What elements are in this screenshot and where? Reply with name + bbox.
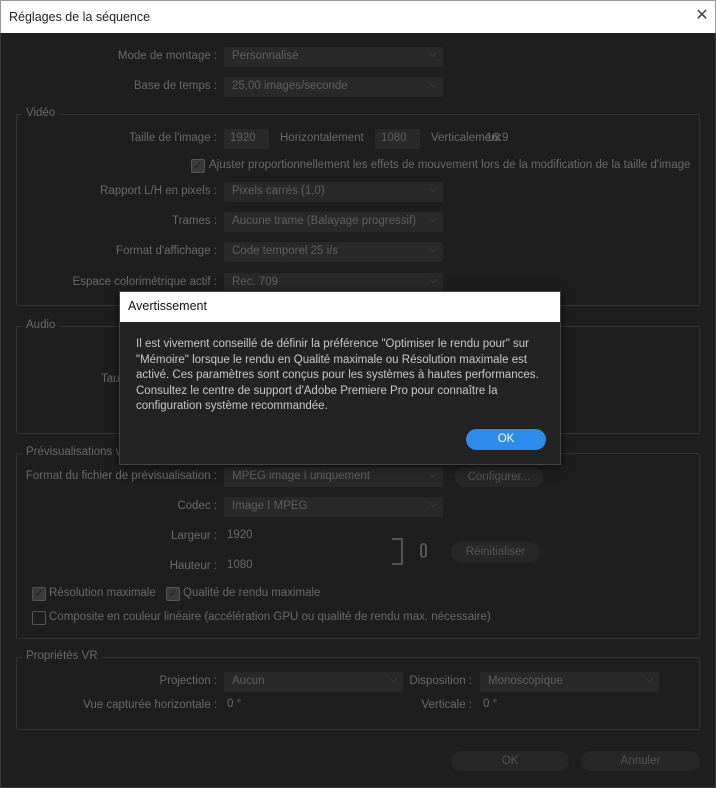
frame-width-input[interactable]: 1920 bbox=[224, 129, 269, 149]
video-legend: Vidéo bbox=[22, 107, 60, 119]
ok-button[interactable]: OK bbox=[451, 751, 569, 771]
sample-rate-label: Tau bbox=[101, 373, 120, 385]
title-bar: Réglages de la séquence ✕ bbox=[0, 0, 716, 33]
warning-message: Il est vivement conseillé de définir la … bbox=[136, 338, 539, 412]
preview-width-label: Largeur : bbox=[170, 530, 217, 542]
chevron-down-icon: ⌵ bbox=[429, 469, 437, 480]
configure-button[interactable]: Configurer... bbox=[455, 467, 543, 487]
vr-legend: Propriétés VR bbox=[22, 650, 102, 662]
window-title: Réglages de la séquence bbox=[9, 10, 151, 24]
max-quality-label: Qualité de rendu maximale bbox=[183, 587, 321, 599]
color-space-label: Espace colorimétrique actif : bbox=[72, 276, 217, 288]
reset-button[interactable]: Réinitialiser bbox=[451, 542, 540, 562]
chevron-down-icon: ⌵ bbox=[429, 244, 437, 255]
mode-value: Personnalisé bbox=[232, 50, 299, 62]
codec-dropdown[interactable]: Image I MPEG ⌵ bbox=[224, 497, 443, 517]
link-bracket bbox=[392, 538, 403, 565]
projection-label: Projection : bbox=[159, 675, 217, 687]
chevron-down-icon: ⌵ bbox=[645, 674, 653, 685]
par-dropdown[interactable]: Pixels carrés (1,0) ⌵ bbox=[224, 182, 443, 202]
timebase-dropdown[interactable]: 25,00 images/seconde ⌵ bbox=[224, 77, 443, 97]
link-icon[interactable] bbox=[420, 543, 427, 558]
max-resolution-checkbox[interactable]: ✓ bbox=[32, 587, 46, 601]
horizontal-label: Horizontalement bbox=[280, 132, 364, 144]
warning-ok-button[interactable]: OK bbox=[466, 429, 546, 450]
timebase-value: 25,00 images/seconde bbox=[232, 80, 348, 92]
mode-dropdown[interactable]: Personnalisé ⌵ bbox=[224, 47, 443, 67]
fields-value: Aucune trame (Balayage progressif) bbox=[232, 215, 417, 227]
chevron-down-icon: ⌵ bbox=[429, 214, 437, 225]
hfov-value[interactable]: 0 ° bbox=[227, 698, 241, 710]
preview-height-value[interactable]: 1080 bbox=[227, 559, 253, 571]
fields-dropdown[interactable]: Aucune trame (Balayage progressif) ⌵ bbox=[224, 212, 443, 232]
hfov-label: Vue capturée horizontale : bbox=[83, 699, 217, 711]
display-format-value: Code temporel 25 i/s bbox=[232, 245, 339, 257]
layout-value: Monoscopique bbox=[488, 675, 563, 687]
scale-checkbox-label: Ajuster proportionnellement les effets d… bbox=[209, 159, 691, 171]
display-format-dropdown[interactable]: Code temporel 25 i/s ⌵ bbox=[224, 242, 443, 262]
preview-width-value[interactable]: 1920 bbox=[227, 529, 253, 541]
preview-format-dropdown[interactable]: MPEG image I uniquement ⌵ bbox=[224, 467, 443, 487]
par-label: Rapport L/H en pixels : bbox=[100, 185, 217, 197]
preview-format-label: Format du fichier de prévisualisation : bbox=[25, 470, 217, 482]
display-format-label: Format d'affichage : bbox=[115, 245, 217, 257]
preview-height-label: Hauteur : bbox=[169, 560, 217, 572]
mode-label: Mode de montage : bbox=[117, 50, 217, 62]
frame-height-input[interactable]: 1080 bbox=[375, 129, 420, 149]
max-quality-checkbox[interactable]: ✓ bbox=[166, 587, 180, 601]
preview-format-value: MPEG image I uniquement bbox=[232, 470, 371, 482]
codec-value: Image I MPEG bbox=[232, 500, 308, 512]
chevron-down-icon: ⌵ bbox=[429, 49, 437, 60]
audio-legend: Audio bbox=[22, 319, 60, 331]
vr-group bbox=[16, 657, 700, 730]
vfov-value[interactable]: 0 ° bbox=[483, 698, 497, 710]
aspect-ratio: 16:9 bbox=[486, 132, 509, 144]
linear-color-checkbox[interactable] bbox=[32, 611, 46, 625]
projection-value: Aucun bbox=[232, 675, 265, 687]
par-value: Pixels carrés (1,0) bbox=[232, 185, 325, 197]
chevron-down-icon: ⌵ bbox=[429, 499, 437, 510]
vfov-label: Verticale : bbox=[421, 699, 473, 711]
layout-dropdown[interactable]: Monoscopique ⌵ bbox=[480, 672, 659, 692]
close-icon[interactable]: ✕ bbox=[693, 7, 711, 25]
fields-label: Trames : bbox=[172, 215, 217, 227]
warning-title: Avertissement bbox=[120, 292, 560, 322]
layout-label: Disposition : bbox=[409, 675, 472, 687]
chevron-down-icon: ⌵ bbox=[429, 275, 437, 286]
color-space-value: Rec. 709 bbox=[232, 276, 279, 288]
color-space-dropdown[interactable]: Rec. 709 ⌵ bbox=[224, 273, 443, 293]
scale-checkbox[interactable]: ✓ bbox=[191, 159, 205, 173]
timebase-label: Base de temps : bbox=[133, 80, 217, 92]
linear-color-label: Composite en couleur linéaire (accélérat… bbox=[49, 611, 491, 623]
cancel-button[interactable]: Annuler bbox=[581, 751, 700, 771]
max-resolution-label: Résolution maximale bbox=[49, 587, 156, 599]
chevron-down-icon: ⌵ bbox=[429, 79, 437, 90]
chevron-down-icon: ⌵ bbox=[429, 184, 437, 195]
frame-size-label: Taille de l'image : bbox=[129, 132, 217, 144]
warning-dialog: Avertissement Il est vivement conseillé … bbox=[119, 291, 561, 465]
codec-label: Codec : bbox=[177, 500, 217, 512]
